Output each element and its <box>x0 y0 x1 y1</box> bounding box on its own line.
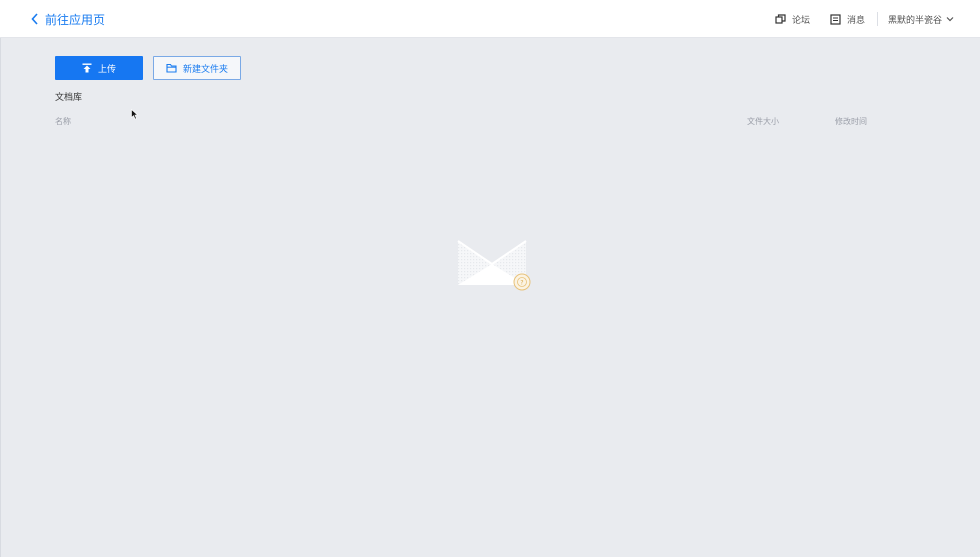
user-menu[interactable]: 黑默的半瓷谷 <box>888 13 954 26</box>
upload-label: 上传 <box>97 64 116 75</box>
messages-label: 消息 <box>846 15 865 26</box>
messages-button[interactable]: 消息 <box>830 13 865 26</box>
user-name: 黑默的半瓷谷 <box>887 15 942 26</box>
library-title: 文档库 <box>55 93 83 103</box>
header-divider <box>876 12 878 26</box>
main-content: 上传 新建文件夹 文档库 名称 文件大小 修改时间 ? <box>0 38 980 557</box>
folder-icon <box>166 63 177 73</box>
column-size[interactable]: 文件大小 <box>747 116 779 127</box>
file-table-header: 名称 文件大小 修改时间 <box>55 116 885 130</box>
svg-text:?: ? <box>520 280 523 287</box>
toolbar: 上传 新建文件夹 <box>55 56 241 80</box>
chevron-down-icon <box>946 17 954 22</box>
message-icon <box>830 13 841 25</box>
column-name[interactable]: 名称 <box>55 116 71 127</box>
forum-icon <box>775 13 786 24</box>
chevron-left-icon <box>31 13 38 25</box>
top-actions: 论坛 消息 黑默的半瓷谷 <box>775 10 954 28</box>
forum-label: 论坛 <box>791 15 810 26</box>
new-folder-button[interactable]: 新建文件夹 <box>153 56 241 80</box>
mouse-cursor-icon <box>131 109 139 120</box>
column-modified[interactable]: 修改时间 <box>835 116 867 127</box>
new-folder-label: 新建文件夹 <box>182 64 228 75</box>
back-to-apps-link[interactable]: 前往应用页 <box>31 9 105 29</box>
empty-envelope-icon: ? <box>457 240 531 291</box>
top-bar: 前往应用页 论坛 消息 黑默的半瓷谷 <box>0 0 980 38</box>
upload-button[interactable]: 上传 <box>55 56 143 80</box>
back-link-label: 前往应用页 <box>45 12 106 27</box>
upload-icon <box>82 63 92 73</box>
forum-button[interactable]: 论坛 <box>775 13 810 26</box>
